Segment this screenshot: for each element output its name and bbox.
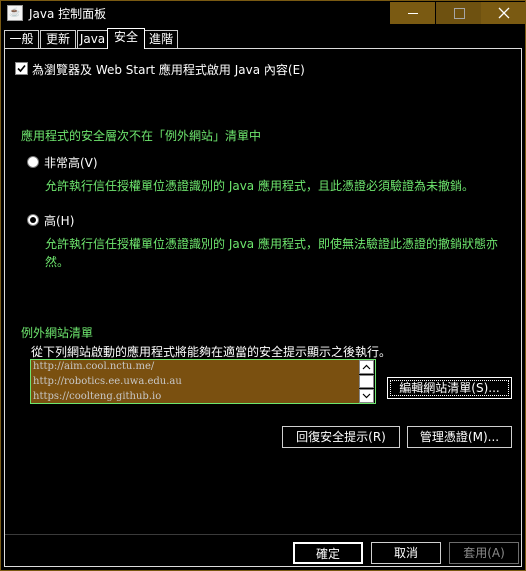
manage-certificates-button[interactable]: 管理憑證(M)... [407, 426, 512, 448]
close-button[interactable] [481, 2, 526, 24]
tab-advanced[interactable]: 進階 [144, 30, 178, 48]
enable-java-label[interactable]: 為瀏覽器及 Web Start 應用程式啟用 Java 內容(E) [32, 61, 305, 78]
radio-very-high-label[interactable]: 非常高(V) [44, 154, 98, 171]
tab-bar: 一般 更新 Java 安全 進階 [4, 28, 524, 49]
apply-button[interactable]: 套用(A) [449, 542, 519, 564]
checkmark-icon [17, 64, 26, 73]
radio-selected-dot [30, 217, 36, 223]
chevron-down-icon [362, 393, 371, 399]
radio-high-label[interactable]: 高(H) [44, 212, 74, 229]
minimize-button[interactable] [390, 2, 435, 24]
tab-general[interactable]: 一般 [4, 30, 39, 48]
exception-site-list[interactable]: http://aim.cool.nctu.me/ http://robotics… [30, 359, 376, 404]
tab-content-panel [4, 48, 522, 567]
tab-security[interactable]: 安全 [107, 28, 145, 49]
exception-site-description: 從下列網站啟動的應用程式將能夠在適當的安全提示顯示之後執行。 [31, 345, 392, 359]
radio-very-high[interactable] [27, 156, 39, 168]
exception-site-title: 例外網站清單 [21, 326, 94, 340]
java-app-icon: ☕ [7, 5, 23, 21]
window-title: Java 控制面板 [29, 7, 107, 21]
tab-update[interactable]: 更新 [40, 30, 76, 48]
restore-security-prompts-button[interactable]: 回復安全提示(R) [282, 426, 400, 448]
very-high-description: 允許執行信任授權單位憑證識別的 Java 應用程式，且此憑證必須驗證為未撤銷。 [45, 179, 474, 193]
edit-site-list-button[interactable]: 編輯網站清單(S)... [387, 377, 512, 399]
maximize-button [436, 2, 481, 24]
scroll-down-button[interactable] [359, 389, 374, 403]
java-control-panel-window: ☕ Java 控制面板 一般 更新 Java 安全 進階 為瀏覽器及 Web S… [0, 0, 526, 571]
title-bar[interactable]: ☕ Java 控制面板 [1, 1, 526, 25]
close-icon [498, 7, 510, 19]
list-item[interactable]: http://aim.cool.nctu.me/ [33, 361, 154, 372]
list-item[interactable]: http://robotics.ee.uwa.edu.au [33, 376, 182, 387]
security-level-title: 應用程式的安全層次不在「例外網站」清單中 [21, 129, 262, 143]
radio-high[interactable] [27, 214, 39, 226]
list-item[interactable]: https://coolteng.github.io [33, 391, 161, 402]
high-description: 允許執行信任授權單位憑證識別的 Java 應用程式，即使無法驗證此憑證的撤銷狀態… [45, 237, 498, 269]
footer-divider [5, 534, 521, 535]
scroll-up-button[interactable] [359, 360, 374, 374]
tab-java[interactable]: Java [77, 30, 108, 48]
enable-java-checkbox[interactable] [15, 62, 28, 75]
ok-button[interactable]: 確定 [293, 542, 363, 564]
cancel-button[interactable]: 取消 [371, 542, 441, 564]
list-scrollbar[interactable] [359, 360, 375, 403]
scrollbar-thumb[interactable] [359, 375, 374, 388]
chevron-up-icon [362, 364, 371, 370]
